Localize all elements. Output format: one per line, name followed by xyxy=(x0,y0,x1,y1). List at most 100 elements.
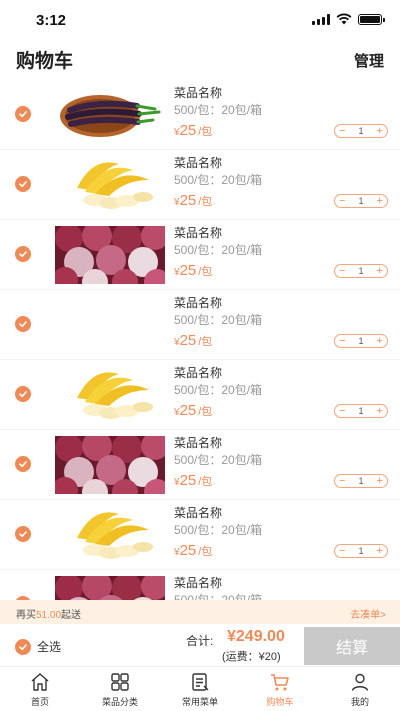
item-spec: 500/包：20包/箱 xyxy=(174,243,263,257)
signal-icon xyxy=(312,13,330,25)
quantity-value[interactable]: 1 xyxy=(358,336,363,346)
increase-button[interactable]: + xyxy=(377,475,383,487)
tab-label: 首页 xyxy=(30,697,49,707)
cart-item[interactable]: 菜品名称500/包：20包/箱¥25/包−1+ xyxy=(0,430,400,500)
item-checkbox[interactable] xyxy=(15,456,31,472)
item-name: 菜品名称 xyxy=(174,86,223,100)
tab-home[interactable]: 首页 xyxy=(0,667,80,711)
promo-prefix: 再买 xyxy=(16,610,36,621)
decrease-button[interactable]: − xyxy=(339,265,345,277)
increase-button[interactable]: + xyxy=(377,545,383,557)
product-image[interactable] xyxy=(55,506,165,564)
total-amount: ¥249.00 xyxy=(227,628,285,645)
product-image[interactable] xyxy=(55,576,165,600)
check-icon xyxy=(19,181,27,188)
quantity-stepper[interactable]: − 1 + xyxy=(334,334,388,348)
status-icons xyxy=(312,13,385,25)
item-price: ¥25/包 xyxy=(174,262,212,279)
product-image[interactable] xyxy=(55,86,165,144)
item-name: 菜品名称 xyxy=(174,156,223,170)
price-value: 25 xyxy=(179,472,197,489)
price-unit: /包 xyxy=(198,476,213,488)
user-icon xyxy=(351,673,369,691)
price-unit: /包 xyxy=(198,266,213,278)
item-checkbox[interactable] xyxy=(15,386,31,402)
manage-button[interactable]: 管理 xyxy=(354,50,384,71)
item-price: ¥25/包 xyxy=(174,542,212,559)
price-unit: /包 xyxy=(198,196,213,208)
tab-bar: 首页 菜品分类 常用菜单 购物车 我的 xyxy=(0,666,400,711)
product-image[interactable] xyxy=(55,156,165,214)
item-checkbox[interactable] xyxy=(15,526,31,542)
increase-button[interactable]: + xyxy=(377,405,383,417)
product-image[interactable] xyxy=(55,296,165,354)
quantity-stepper[interactable]: − 1 + xyxy=(334,124,388,138)
quantity-value[interactable]: 1 xyxy=(358,196,363,206)
tab-cart[interactable]: 购物车 xyxy=(240,667,320,711)
decrease-button[interactable]: − xyxy=(339,195,345,207)
add-more-link[interactable]: 去凑单> xyxy=(350,606,386,621)
check-icon xyxy=(19,111,27,118)
item-spec: 500/包：20包/箱 xyxy=(174,523,263,537)
check-icon xyxy=(19,251,27,258)
checkout-button[interactable]: 结算 xyxy=(304,627,400,665)
decrease-button[interactable]: − xyxy=(339,545,345,557)
item-name: 菜品名称 xyxy=(174,576,223,590)
cart-item[interactable]: 菜品名称500/包：20包/箱¥25/包−1+ xyxy=(0,290,400,360)
tab-common-menu[interactable]: 常用菜单 xyxy=(160,667,240,711)
quantity-stepper[interactable]: − 1 + xyxy=(334,544,388,558)
cart-item[interactable]: 菜品名称 500/包：20包/箱 ¥25/包 − 1 + xyxy=(0,220,400,290)
price-value: 25 xyxy=(179,332,197,349)
product-image[interactable] xyxy=(55,366,165,424)
quantity-value[interactable]: 1 xyxy=(358,546,363,556)
tab-profile[interactable]: 我的 xyxy=(320,667,400,711)
increase-button[interactable]: + xyxy=(377,335,383,347)
tab-categories[interactable]: 菜品分类 xyxy=(80,667,160,711)
item-checkbox[interactable] xyxy=(15,246,31,262)
increase-button[interactable]: + xyxy=(377,265,383,277)
increase-button[interactable]: + xyxy=(377,195,383,207)
cart-item[interactable]: 菜品名称500/包：20包/箱¥25/包−1+ xyxy=(0,80,400,150)
item-checkbox[interactable] xyxy=(15,316,31,332)
item-spec: 500/包：20包/箱 xyxy=(174,103,263,117)
status-bar: 3:12 xyxy=(0,0,400,40)
quantity-value[interactable]: 1 xyxy=(358,406,363,416)
cart-list[interactable]: 菜品名称 500/包：20包/箱 ¥25/包 − 1 + 菜品名称 500/包：20包/箱 ¥2… xyxy=(0,80,400,600)
quantity-stepper[interactable]: − 1 + xyxy=(334,404,388,418)
cart-item[interactable]: 菜品名称500/包：20包/箱¥25/包−1+ xyxy=(0,150,400,220)
price-value: 25 xyxy=(179,262,197,279)
item-checkbox[interactable] xyxy=(15,106,31,122)
quantity-value[interactable]: 1 xyxy=(358,266,363,276)
promo-amount: 51.00 xyxy=(36,610,62,621)
product-image[interactable] xyxy=(55,226,165,284)
item-spec: 500/包：20包/箱 xyxy=(174,313,263,327)
decrease-button[interactable]: − xyxy=(339,335,345,347)
cart-item[interactable]: 菜品名称500/包：20包/箱¥25/包−1+ xyxy=(0,360,400,430)
item-name: 菜品名称 xyxy=(174,366,223,380)
decrease-button[interactable]: − xyxy=(339,405,345,417)
wifi-icon xyxy=(336,13,352,25)
grid-icon xyxy=(111,673,129,691)
quantity-stepper[interactable]: − 1 + xyxy=(334,194,388,208)
select-all-toggle[interactable]: 全选 xyxy=(15,638,61,655)
quantity-stepper[interactable]: − 1 + xyxy=(334,264,388,278)
cart-item[interactable]: 菜品名称500/包：20包/箱¥25/包−1+ xyxy=(0,500,400,570)
shipping-fee: (运费：¥20) xyxy=(222,651,281,663)
item-checkbox[interactable] xyxy=(15,176,31,192)
decrease-button[interactable]: − xyxy=(339,475,345,487)
menu-list-icon xyxy=(192,673,209,691)
tab-label: 我的 xyxy=(350,697,369,707)
price-value: 25 xyxy=(179,192,197,209)
item-name: 菜品名称 xyxy=(174,436,223,450)
quantity-value[interactable]: 1 xyxy=(358,476,363,486)
cart-item[interactable]: 菜品名称500/包：20包/箱¥25/包−1+ xyxy=(0,570,400,600)
quantity-stepper[interactable]: − 1 + xyxy=(334,474,388,488)
price-unit: /包 xyxy=(198,406,213,418)
decrease-button[interactable]: − xyxy=(339,125,345,137)
increase-button[interactable]: + xyxy=(377,125,383,137)
product-image[interactable] xyxy=(55,436,165,494)
quantity-value[interactable]: 1 xyxy=(358,126,363,136)
select-all-checkbox[interactable] xyxy=(15,638,31,655)
price-value: 25 xyxy=(179,122,197,139)
item-name: 菜品名称 xyxy=(174,226,223,240)
